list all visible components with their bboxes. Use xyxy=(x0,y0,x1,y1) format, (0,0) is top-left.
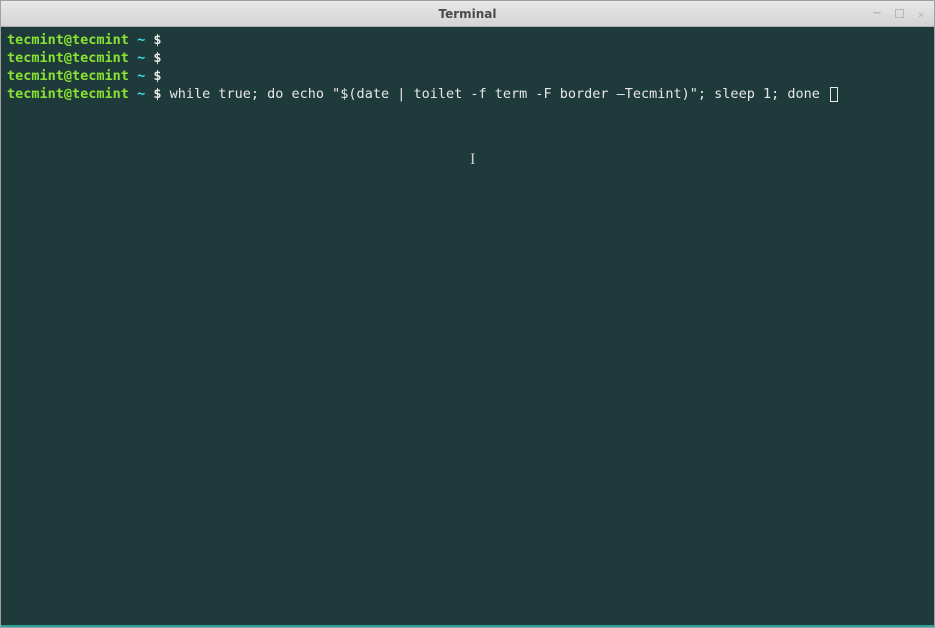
close-icon xyxy=(918,7,925,21)
command-text: while true; do echo "$(date | toilet -f … xyxy=(170,86,828,102)
prompt-user-host: tecmint@tecmint xyxy=(7,50,129,66)
terminal-window: Terminal tecmint@tecmint ~ $ tecmint@tec… xyxy=(0,0,935,628)
terminal-body[interactable]: tecmint@tecmint ~ $ tecmint@tecmint ~ $ … xyxy=(1,27,934,627)
terminal-line: tecmint@tecmint ~ $ xyxy=(7,49,928,67)
prompt-symbol: $ xyxy=(153,68,161,84)
prompt-path: ~ xyxy=(137,50,145,66)
maximize-button[interactable] xyxy=(892,7,906,21)
prompt-path: ~ xyxy=(137,86,145,102)
prompt-symbol: $ xyxy=(153,32,161,48)
prompt-user-host: tecmint@tecmint xyxy=(7,68,129,84)
prompt-symbol: $ xyxy=(153,50,161,66)
minimize-button[interactable] xyxy=(870,7,884,21)
close-button[interactable] xyxy=(914,7,928,21)
prompt-path: ~ xyxy=(137,68,145,84)
prompt-path: ~ xyxy=(137,32,145,48)
terminal-line: tecmint@tecmint ~ $ xyxy=(7,31,928,49)
window-title: Terminal xyxy=(438,7,496,21)
maximize-icon xyxy=(895,9,904,18)
minimize-icon xyxy=(873,7,880,21)
terminal-line: tecmint@tecmint ~ $ xyxy=(7,67,928,85)
titlebar[interactable]: Terminal xyxy=(1,1,934,27)
window-controls xyxy=(870,1,928,26)
prompt-symbol: $ xyxy=(153,86,161,102)
prompt-user-host: tecmint@tecmint xyxy=(7,86,129,102)
terminal-line: tecmint@tecmint ~ $ while true; do echo … xyxy=(7,85,928,103)
window-bottom-border xyxy=(1,625,934,627)
block-cursor-icon xyxy=(830,87,838,102)
text-cursor-icon: I xyxy=(470,151,475,169)
prompt-user-host: tecmint@tecmint xyxy=(7,32,129,48)
